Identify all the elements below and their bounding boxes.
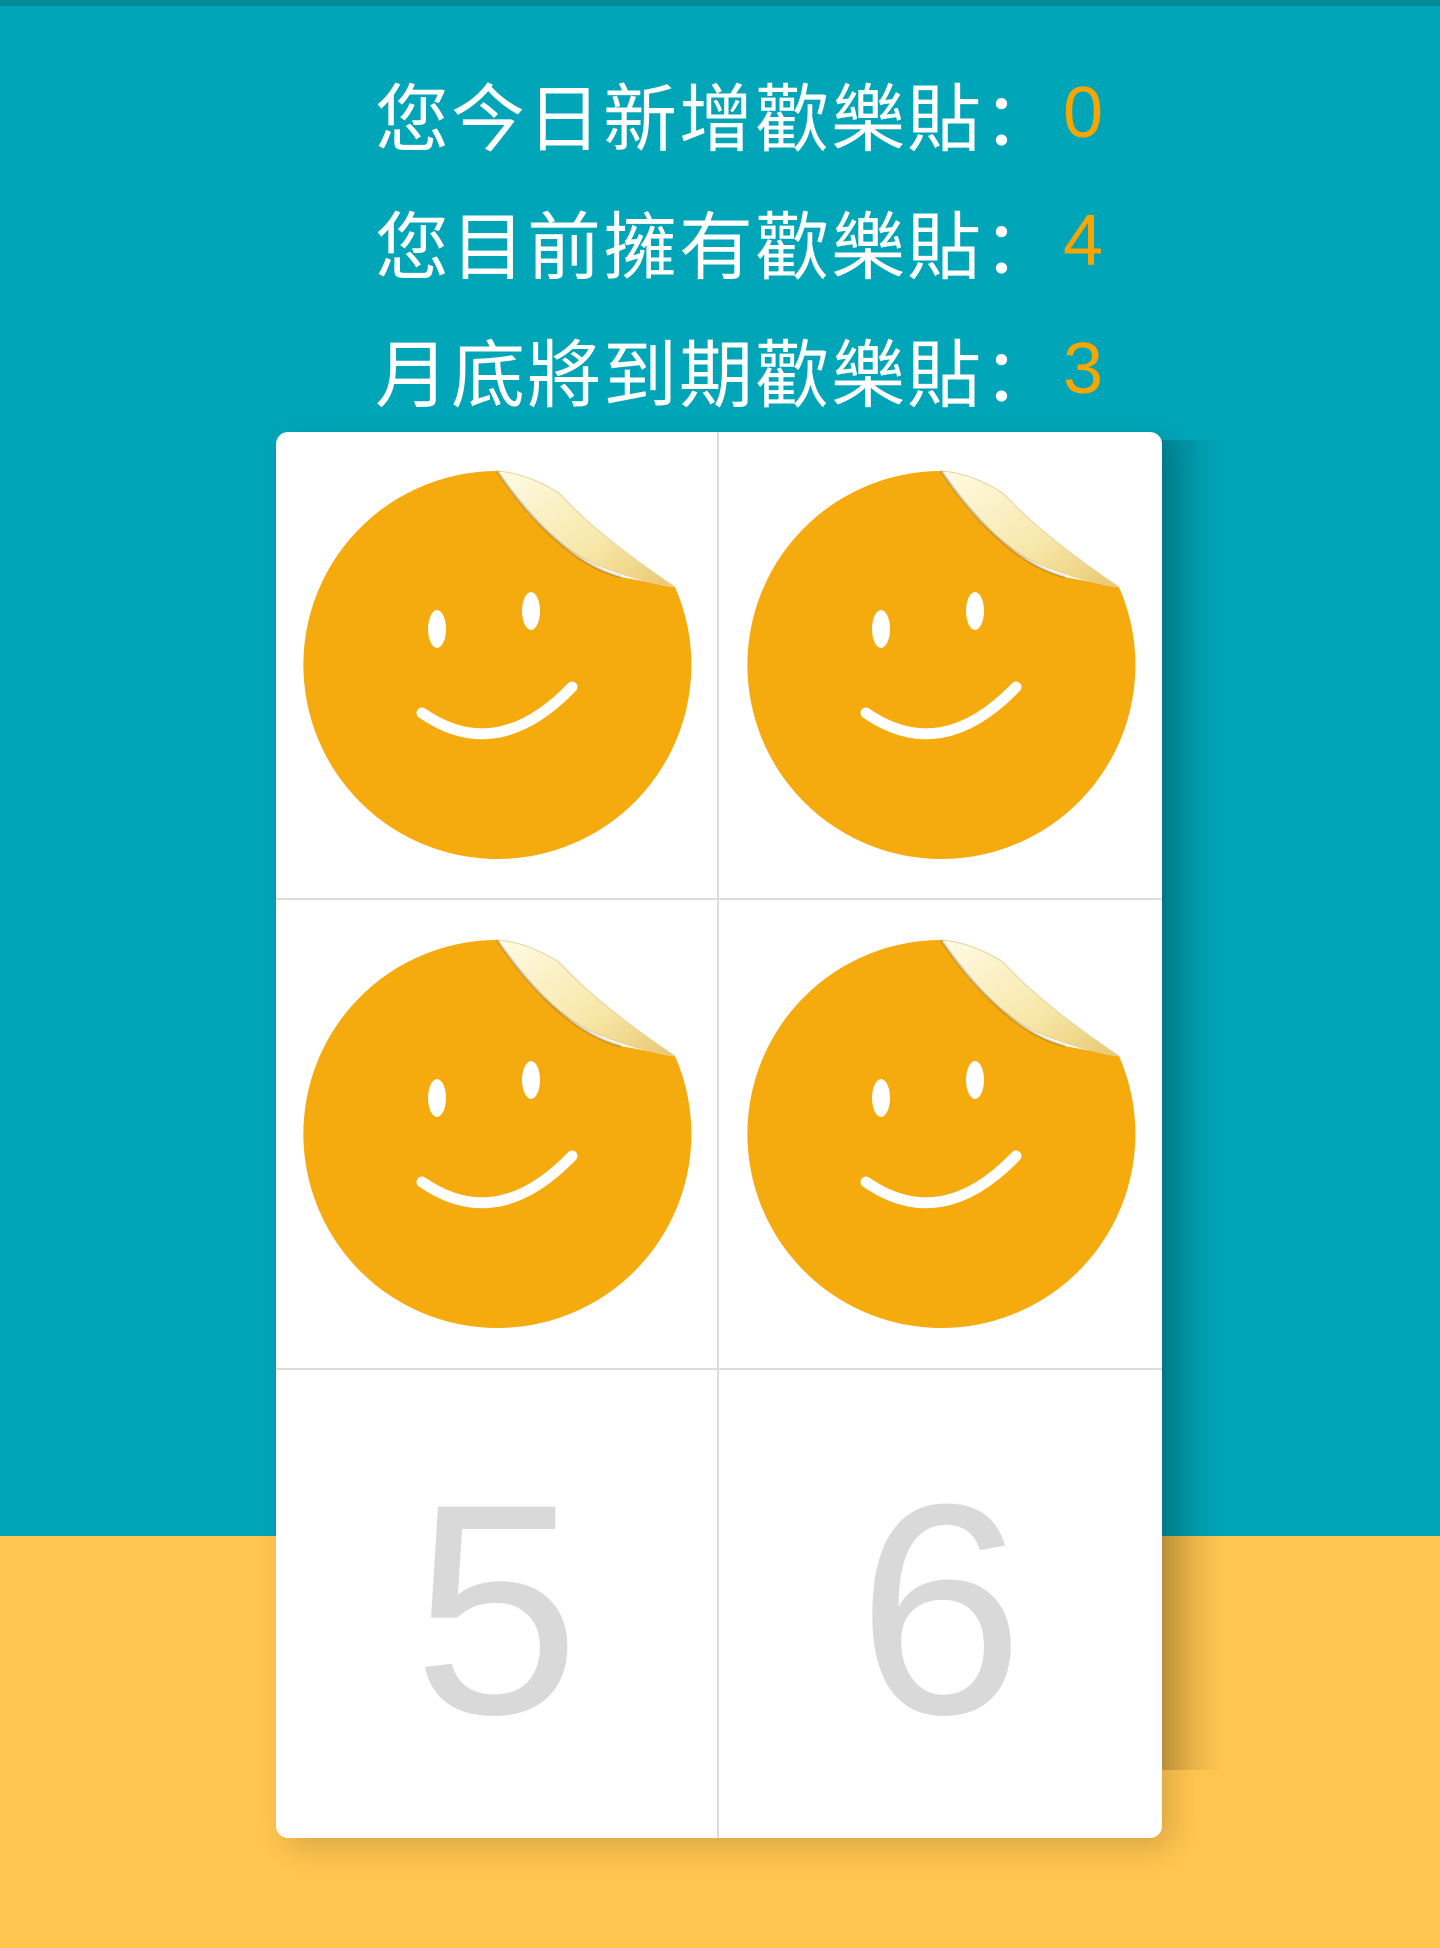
stat-current-owned-value: 4 [1063, 201, 1106, 281]
smiley-sticker-icon [302, 470, 691, 859]
smiley-sticker-icon [302, 939, 691, 1328]
stat-current-owned: 您目前擁有歡樂貼： 4 [375, 186, 1105, 296]
sticker-slot-3[interactable] [276, 900, 719, 1370]
sticker-grid: 5 6 [276, 432, 1162, 1838]
stat-current-owned-label: 您目前擁有歡樂貼： [375, 204, 1059, 291]
sticker-slot-1[interactable] [276, 432, 719, 900]
sticker-slot-2[interactable] [719, 432, 1162, 900]
card-shadow [1162, 440, 1222, 1770]
stat-today-added-label: 您今日新增歡樂貼： [375, 76, 1059, 163]
smiley-sticker-icon [746, 939, 1135, 1328]
stat-expiring-label: 月底將到期歡樂貼： [375, 332, 1059, 419]
smiley-sticker-icon [746, 470, 1135, 859]
sticker-slot-6[interactable]: 6 [719, 1370, 1162, 1838]
sticker-slot-4[interactable] [719, 900, 1162, 1370]
stat-expiring: 月底將到期歡樂貼： 3 [375, 314, 1105, 424]
empty-slot-number: 5 [413, 1441, 580, 1777]
stat-today-added: 您今日新增歡樂貼： 0 [375, 58, 1105, 168]
empty-slot-number: 6 [857, 1441, 1024, 1777]
stat-expiring-value: 3 [1063, 329, 1106, 409]
stat-today-added-value: 0 [1063, 73, 1106, 153]
sticker-slot-5[interactable]: 5 [276, 1370, 719, 1838]
sticker-card: 5 6 [276, 432, 1162, 1838]
